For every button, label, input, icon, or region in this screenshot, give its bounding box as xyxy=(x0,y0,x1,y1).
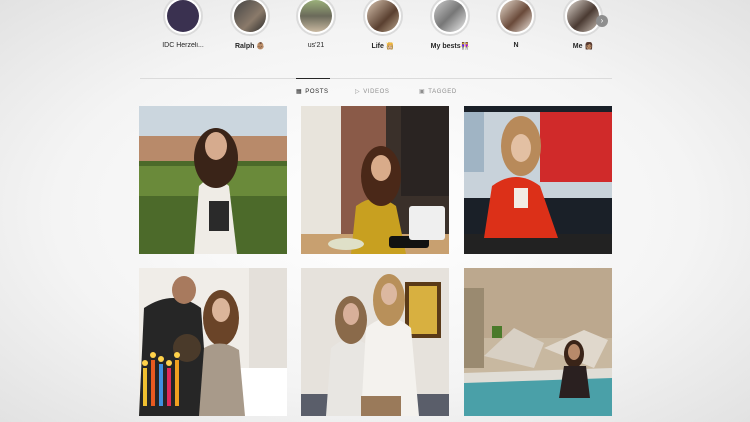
post-image xyxy=(464,268,612,416)
highlight-ring xyxy=(230,0,270,36)
highlight-label: IDC Herzeli... xyxy=(162,42,204,49)
highlight-label: Me 👩🏽 xyxy=(572,43,594,50)
highlight-ring xyxy=(363,0,403,36)
highlight-ring xyxy=(430,0,470,36)
highlight-cover xyxy=(434,0,466,32)
highlight-us21[interactable]: us'21 xyxy=(286,0,346,49)
post-image xyxy=(464,106,612,254)
highlight-my-bests[interactable]: My bests👭 xyxy=(420,0,480,50)
post-image xyxy=(301,106,449,254)
chevron-right-icon[interactable]: › xyxy=(596,15,608,27)
tab-label: POSTS xyxy=(305,88,329,95)
tab-label: VIDEOS xyxy=(363,88,390,95)
highlight-ring xyxy=(163,0,203,36)
post-thumbnail[interactable] xyxy=(139,106,287,254)
highlight-ralph[interactable]: Ralph 👶🏽 xyxy=(220,0,280,50)
post-thumbnail[interactable] xyxy=(464,106,612,254)
video-icon: ▷ xyxy=(355,89,361,95)
highlight-cover xyxy=(567,0,599,32)
highlight-cover xyxy=(167,0,199,32)
highlight-cover xyxy=(234,0,266,32)
post-thumbnail[interactable] xyxy=(139,268,287,416)
grid-icon: ▦ xyxy=(296,89,303,95)
post-image xyxy=(301,268,449,416)
highlight-life[interactable]: Life 👸🏼 xyxy=(353,0,413,50)
active-tab-indicator xyxy=(296,78,330,79)
highlight-label: N xyxy=(513,42,519,49)
highlight-label: us'21 xyxy=(307,42,325,49)
post-image xyxy=(139,268,287,416)
highlight-ring xyxy=(296,0,336,36)
highlight-label: Life 👸🏼 xyxy=(371,43,395,50)
tab-posts[interactable]: ▦ POSTS xyxy=(296,88,329,96)
post-image xyxy=(139,106,287,254)
profile-page: IDC Herzeli... Ralph 👶🏽 us'21 Life 👸🏼 My xyxy=(0,0,750,422)
story-highlights: IDC Herzeli... Ralph 👶🏽 us'21 Life 👸🏼 My xyxy=(150,0,620,60)
highlight-cover xyxy=(500,0,532,32)
post-thumbnail[interactable] xyxy=(301,106,449,254)
post-thumbnail[interactable] xyxy=(301,268,449,416)
profile-tabs: ▦ POSTS ▷ VIDEOS ▣ TAGGED xyxy=(140,88,612,98)
tabs-divider xyxy=(140,78,612,79)
tab-videos[interactable]: ▷ VIDEOS xyxy=(355,88,390,96)
tab-label: TAGGED xyxy=(428,88,457,95)
tag-icon: ▣ xyxy=(419,89,426,95)
post-thumbnail[interactable] xyxy=(464,268,612,416)
highlight-cover xyxy=(367,0,399,32)
highlight-n[interactable]: N xyxy=(486,0,546,49)
highlight-label: My bests👭 xyxy=(430,43,470,50)
highlight-idc[interactable]: IDC Herzeli... xyxy=(153,0,213,49)
highlight-label: Ralph 👶🏽 xyxy=(234,43,266,50)
highlight-cover xyxy=(300,0,332,32)
tab-tagged[interactable]: ▣ TAGGED xyxy=(419,88,457,96)
highlight-ring xyxy=(496,0,536,36)
